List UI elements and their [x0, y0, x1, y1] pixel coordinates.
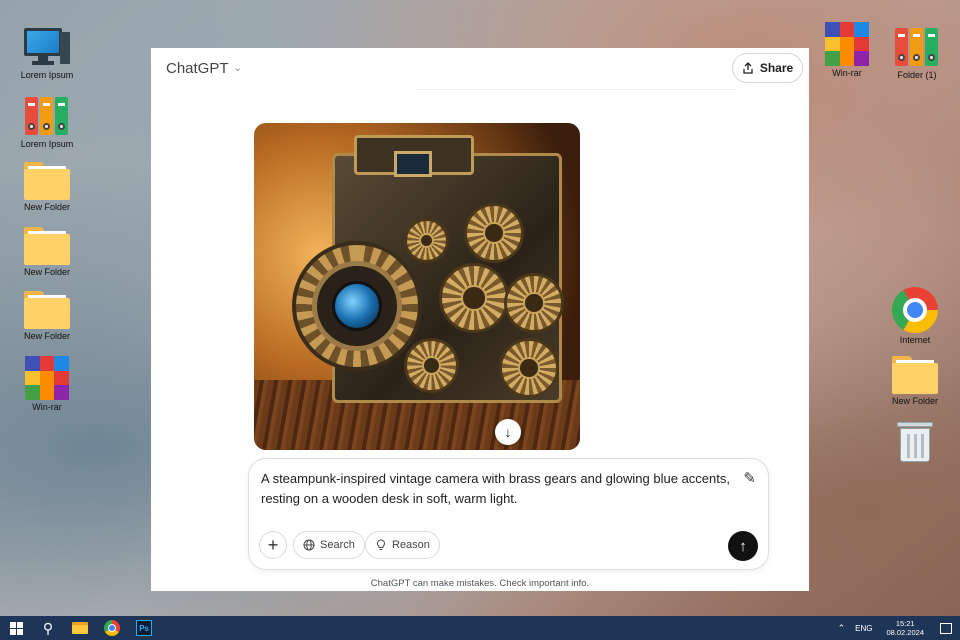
desktop-icon-label: Lorem Ipsum	[20, 139, 74, 149]
desktop-icon-label: Lorem Ipsum	[20, 70, 74, 80]
desktop-icon-label: Internet	[899, 335, 931, 345]
model-selector[interactable]: ChatGPT ⌄	[166, 60, 242, 77]
desktop-icon-label: New Folder	[23, 267, 70, 277]
disclaimer-text: ChatGPT can make mistakes. Check importa…	[370, 578, 590, 589]
taskbar-chrome[interactable]	[96, 616, 128, 640]
desktop-icon-new-folder-1[interactable]: New Folder	[12, 160, 82, 212]
lightbulb-icon	[376, 539, 386, 550]
plus-icon: +	[267, 534, 279, 555]
desktop-icon-label: Win-rar	[32, 402, 62, 412]
app-title: ChatGPT	[166, 60, 229, 77]
desktop-icon-lorem-ipsum-1[interactable]: Lorem Ipsum	[12, 28, 82, 80]
divider	[416, 89, 736, 90]
desktop-icon-winrar-right[interactable]: Win-rar	[812, 22, 882, 78]
prompt-composer[interactable]: A steampunk-inspired vintage camera with…	[248, 458, 769, 570]
chat-header: ChatGPT ⌄ Share	[151, 48, 809, 88]
reason-label: Reason	[392, 539, 430, 551]
winrar-icon	[25, 356, 69, 400]
chevron-down-icon: ⌄	[233, 63, 242, 74]
attach-button[interactable]: +	[259, 531, 287, 559]
desktop-icon-internet[interactable]: Internet	[880, 287, 950, 345]
download-icon: ↓	[504, 424, 512, 440]
taskbar-file-explorer[interactable]	[64, 616, 96, 640]
send-button[interactable]: ↑	[728, 531, 758, 561]
search-label: Search	[320, 539, 355, 551]
binders-icon	[24, 95, 70, 137]
winrar-icon	[825, 22, 869, 66]
desktop-icon-winrar-left[interactable]: Win-rar	[12, 356, 82, 412]
desktop-icon-label: New Folder	[891, 396, 938, 406]
clock[interactable]: 15:21 08.02.2024	[886, 619, 924, 637]
desktop-icon-new-folder-2[interactable]: New Folder	[12, 225, 82, 277]
folder-icon	[24, 225, 70, 265]
search-button[interactable]: Search	[293, 531, 365, 559]
generated-image[interactable]: ↓	[254, 123, 580, 450]
system-tray: ⌃ ENG 15:21 08.02.2024	[838, 616, 960, 640]
desktop-icon-folder-1[interactable]: Folder (1)	[882, 26, 952, 80]
binders-icon	[894, 26, 940, 68]
desktop-icon-new-folder-right[interactable]: New Folder	[880, 354, 950, 406]
chatgpt-window: ChatGPT ⌄ Share ↓ A steampunk-inspired v…	[151, 48, 809, 591]
clock-time: 15:21	[895, 619, 915, 628]
chrome-icon	[104, 620, 120, 636]
folder-icon	[892, 354, 938, 394]
desktop-icon-recycle-bin[interactable]	[880, 420, 950, 462]
taskbar: ⚲ Ps ⌃ ENG 15:21 08.02.2024	[0, 616, 960, 640]
desktop-icon-label: Folder (1)	[897, 70, 937, 80]
desktop-icon-label: New Folder	[23, 202, 70, 212]
taskbar-search-button[interactable]: ⚲	[32, 616, 64, 640]
notification-icon[interactable]	[940, 622, 952, 634]
arrow-up-icon: ↑	[739, 537, 747, 555]
folder-icon	[72, 622, 88, 634]
search-icon: ⚲	[42, 619, 54, 636]
share-button[interactable]: Share	[732, 53, 803, 83]
desktop-icon-new-folder-3[interactable]: New Folder	[12, 289, 82, 341]
clock-date: 08.02.2024	[886, 628, 924, 637]
desktop-icon-label: Win-rar	[832, 68, 862, 78]
prompt-text[interactable]: A steampunk-inspired vintage camera with…	[261, 469, 731, 509]
download-button[interactable]: ↓	[495, 419, 521, 445]
desktop-icon-lorem-ipsum-2[interactable]: Lorem Ipsum	[12, 95, 82, 149]
start-button[interactable]	[0, 616, 32, 640]
desktop-icon-label: New Folder	[23, 331, 70, 341]
photoshop-icon: Ps	[136, 620, 152, 636]
computer-icon	[24, 28, 70, 68]
reason-button[interactable]: Reason	[365, 531, 440, 559]
language-indicator[interactable]: ENG	[855, 624, 872, 633]
share-label: Share	[759, 61, 794, 75]
taskbar-photoshop[interactable]: Ps	[128, 616, 160, 640]
chrome-icon	[892, 287, 938, 333]
chevron-up-icon[interactable]: ⌃	[838, 623, 846, 634]
windows-icon	[9, 621, 23, 635]
folder-icon	[24, 289, 70, 329]
globe-icon	[303, 539, 315, 551]
edit-icon[interactable]: ✎	[743, 469, 756, 487]
recycle-bin-icon	[897, 420, 933, 462]
share-icon	[743, 62, 753, 74]
folder-icon	[24, 160, 70, 200]
